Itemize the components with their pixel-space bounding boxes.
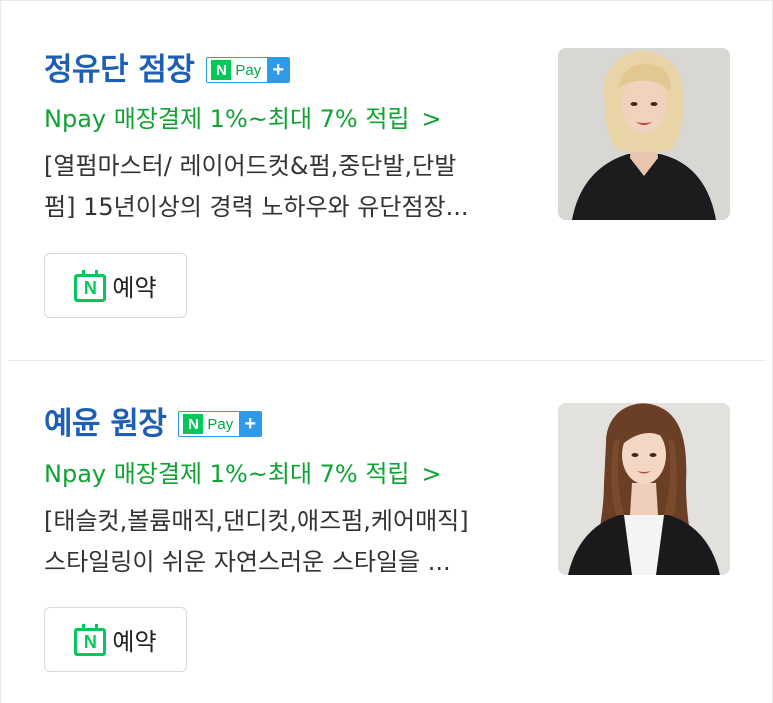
stylist-photo[interactable]	[558, 48, 730, 220]
stylist-name[interactable]: 정유단 점장	[44, 50, 195, 90]
npay-promo-link[interactable]: Npay 매장결제 1%~최대 7% 적립 >	[44, 458, 442, 490]
badge-pay-label: Pay	[207, 415, 234, 433]
stylist-description[interactable]: [열펌마스터/ 레이어드컷&펌,중단발,단발 펌] 15년이상의 경력 노하우와…	[44, 146, 534, 228]
badge-pay-label: Pay	[235, 61, 262, 79]
stylist-description[interactable]: [태슬컷,볼륨매직,댄디컷,애즈펌,케어매직] 스타일링이 쉬운 자연스러운 스…	[44, 501, 534, 583]
stylist-photo[interactable]	[558, 403, 730, 575]
naver-calendar-icon: N	[74, 269, 107, 302]
stylist-title-row: 예윤 원장 N Pay +	[44, 404, 263, 444]
naver-n-icon: N	[211, 60, 232, 80]
stylist-card[interactable]: 정유단 점장 N Pay + Npay 매장결제 1%~최대 7% 적립 > […	[0, 0, 773, 360]
naver-calendar-icon: N	[74, 623, 107, 656]
plus-icon: +	[267, 58, 290, 82]
stylist-card[interactable]: 예윤 원장 N Pay + Npay 매장결제 1%~최대 7% 적립 > [태…	[0, 360, 773, 703]
description-line: 스타일링이 쉬운 자연스러운 스타일을 ...	[44, 548, 451, 576]
plus-icon: +	[239, 412, 262, 436]
description-line: 펌] 15년이상의 경력 노하우와 유단점장...	[44, 193, 469, 221]
npay-promo-link[interactable]: Npay 매장결제 1%~최대 7% 적립 >	[44, 103, 442, 135]
description-line: [열펌마스터/ 레이어드컷&펌,중단발,단발	[44, 152, 457, 180]
reserve-button[interactable]: N 예약	[44, 253, 187, 318]
description-line: [태슬컷,볼륨매직,댄디컷,애즈펌,케어매직]	[44, 507, 469, 535]
reserve-label: 예약	[112, 628, 157, 656]
stylist-title-row: 정유단 점장 N Pay +	[44, 50, 291, 90]
reserve-button[interactable]: N 예약	[44, 607, 187, 672]
stylist-name[interactable]: 예윤 원장	[44, 404, 167, 444]
npay-plus-badge: N Pay +	[178, 411, 263, 437]
chevron-right-icon: >	[421, 105, 442, 133]
naver-n-icon: N	[183, 414, 204, 434]
chevron-right-icon: >	[421, 460, 442, 488]
promo-text: Npay 매장결제 1%~최대 7% 적립	[44, 105, 410, 133]
promo-text: Npay 매장결제 1%~최대 7% 적립	[44, 460, 410, 488]
npay-plus-badge: N Pay +	[206, 57, 291, 83]
reserve-label: 예약	[112, 274, 157, 302]
